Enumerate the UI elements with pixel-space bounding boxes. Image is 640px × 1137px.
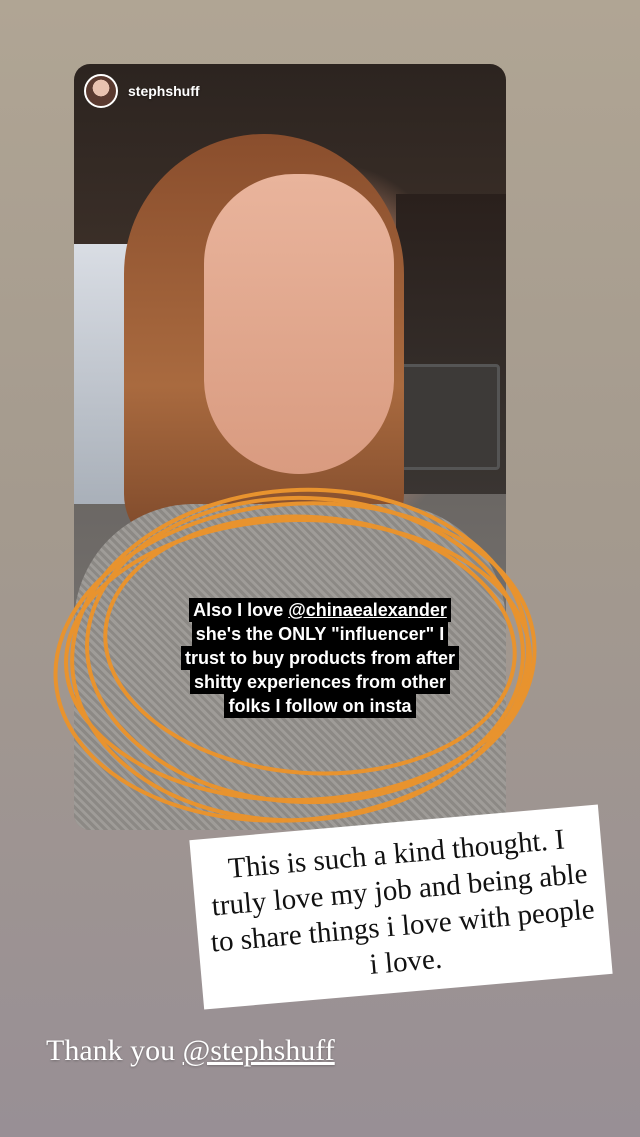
story-caption: Also I love @chinaealexander she's the O…: [0, 598, 640, 718]
caption-text: Also I love: [193, 600, 289, 620]
caption-line: Also I love @chinaealexander: [189, 598, 451, 622]
story-username[interactable]: stephshuff: [128, 83, 200, 99]
caption-line: shitty experiences from other: [189, 670, 451, 694]
caption-line: folks I follow on insta: [224, 694, 416, 718]
background-microwave: [398, 364, 500, 470]
thanks-text: Thank you @stephshuff: [46, 1034, 335, 1068]
avatar[interactable]: [84, 74, 118, 108]
caption-mention-link[interactable]: @chinaealexander: [288, 600, 447, 620]
note-text: This is such a kind thought. I truly lov…: [209, 823, 596, 981]
caption-line: she's the ONLY "influencer" I: [191, 622, 449, 646]
thanks-mention-link[interactable]: @stephshuff: [183, 1034, 335, 1067]
person-face: [204, 174, 394, 474]
note-sticker: This is such a kind thought. I truly lov…: [189, 804, 613, 1010]
story-header[interactable]: stephshuff: [84, 74, 200, 108]
caption-line: trust to buy products from after: [180, 646, 459, 670]
thanks-prefix: Thank you: [46, 1034, 183, 1067]
